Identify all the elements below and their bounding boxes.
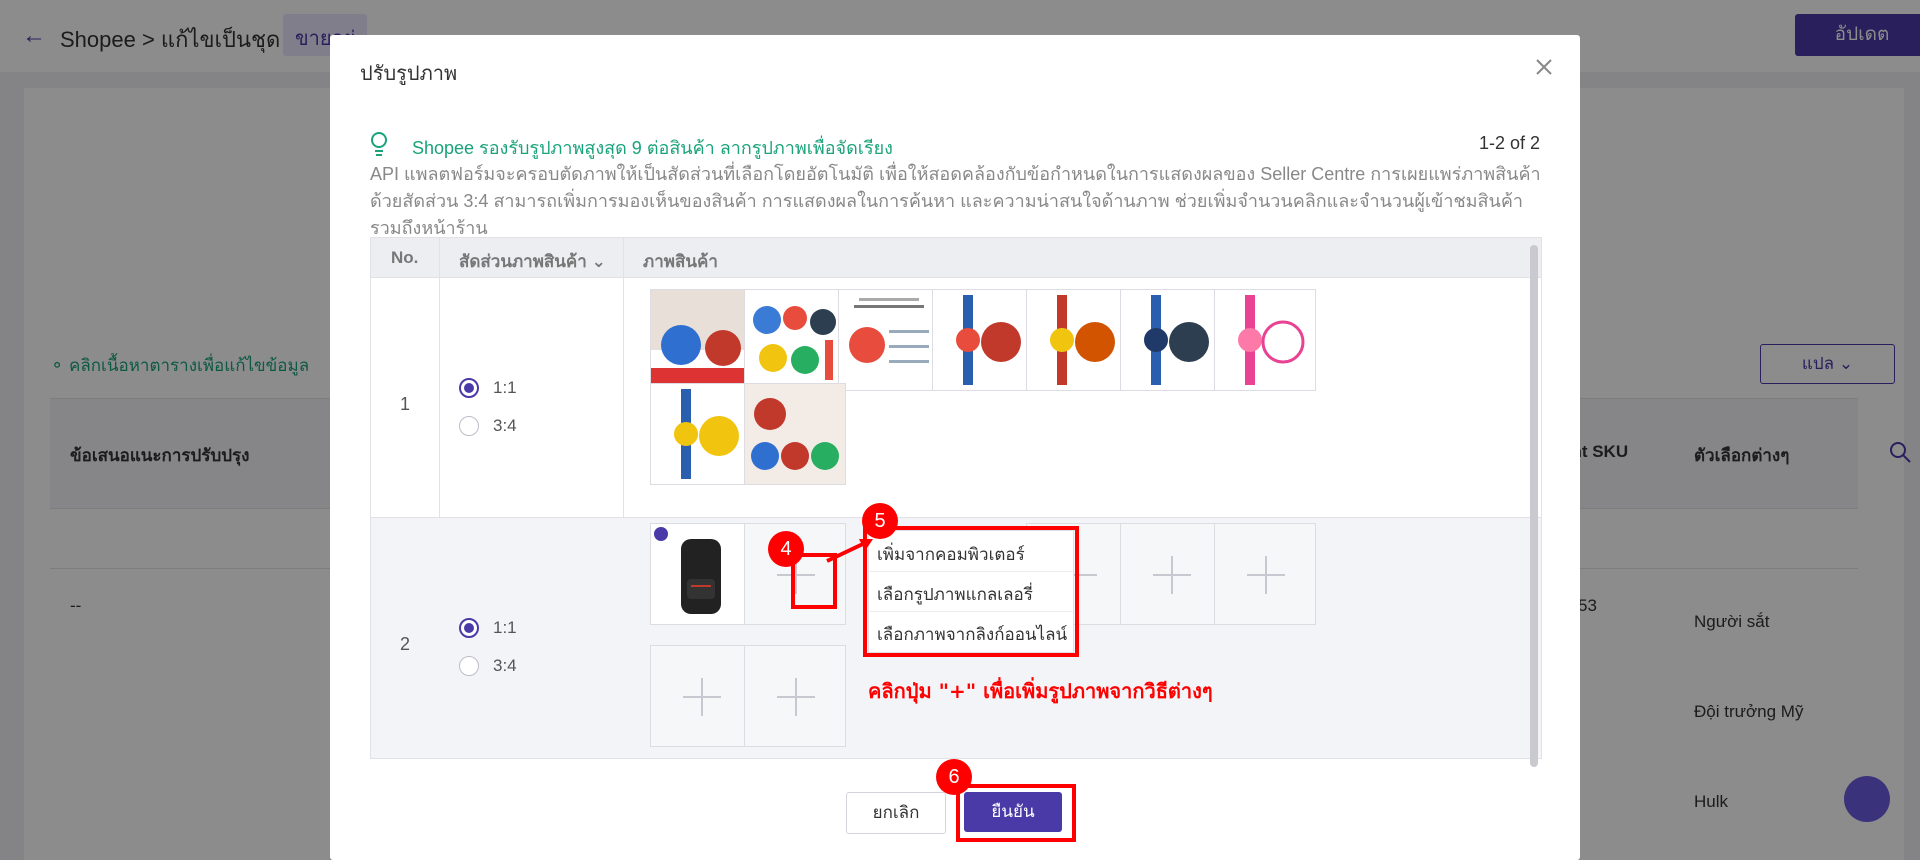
- pagination-count: 1-2 of 2: [1478, 133, 1540, 153]
- product-image[interactable]: [744, 289, 846, 391]
- add-image-button[interactable]: [650, 645, 752, 747]
- ratio-label: 3:4: [493, 656, 517, 675]
- step-badge-6: 6: [936, 759, 972, 795]
- column-header-ratio[interactable]: สัดส่วนภาพสินค้า ⌄: [459, 248, 606, 275]
- product-image[interactable]: [1214, 289, 1316, 391]
- radio-unchecked[interactable]: [459, 656, 479, 676]
- product-image[interactable]: [650, 383, 752, 485]
- column-header-no: No.: [391, 248, 419, 267]
- scrollbar[interactable]: [1530, 245, 1538, 767]
- ratio-label: 3:4: [493, 416, 517, 435]
- tip-description: API แพลตฟอร์มจะครอบตัดภาพให้เป็นสัดส่วนท…: [370, 164, 1541, 238]
- adjust-images-modal: ปรับรูปภาพ Shopee รองรับรูปภาพสูงสุด 9 ต…: [330, 35, 1580, 860]
- product-image[interactable]: [1120, 289, 1222, 391]
- ratio-label: 1:1: [493, 378, 517, 397]
- cancel-button[interactable]: ยกเลิก: [846, 792, 946, 834]
- product-image[interactable]: [1026, 289, 1128, 391]
- product-image[interactable]: [744, 383, 846, 485]
- ratio-label: 1:1: [493, 618, 517, 637]
- product-image[interactable]: [650, 289, 752, 391]
- radio-unchecked[interactable]: [459, 416, 479, 436]
- step-badge-4: 4: [768, 531, 804, 567]
- ratio-option-3-4[interactable]: 3:4: [459, 416, 517, 436]
- ratio-option-1-1[interactable]: 1:1: [459, 618, 517, 638]
- tip-title: Shopee รองรับรูปภาพสูงสุด 9 ต่อสินค้า ลา…: [412, 138, 893, 158]
- add-image-button[interactable]: [1120, 523, 1222, 625]
- ratio-option-1-1[interactable]: 1:1: [459, 378, 517, 398]
- highlight-box-menu: [863, 526, 1079, 657]
- radio-checked[interactable]: [459, 378, 479, 398]
- arrow-icon: [826, 539, 873, 563]
- add-image-button[interactable]: [1214, 523, 1316, 625]
- product-image[interactable]: [932, 289, 1034, 391]
- annotation-instruction: คลิกปุ่ม "+" เพื่อเพิ่มรูปภาพจากวิธีต่าง…: [868, 679, 1213, 703]
- modal-title: ปรับรูปภาพ: [360, 63, 458, 85]
- ratio-option-3-4[interactable]: 3:4: [459, 656, 517, 676]
- product-image-backpack[interactable]: [650, 523, 752, 625]
- product-image[interactable]: [838, 289, 940, 391]
- column-header-images: ภาพสินค้า: [643, 252, 718, 271]
- confirm-button[interactable]: ยืนยัน: [964, 792, 1062, 832]
- close-icon[interactable]: [1530, 53, 1558, 81]
- row-number: 2: [399, 634, 410, 654]
- step-badge-5: 5: [862, 503, 898, 539]
- lightbulb-icon: [371, 132, 387, 156]
- radio-checked[interactable]: [459, 618, 479, 638]
- chevron-down-icon: ⌄: [591, 252, 606, 271]
- column-header-ratio-label: สัดส่วนภาพสินค้า: [459, 252, 587, 271]
- row-number: 1: [399, 394, 410, 414]
- add-image-button[interactable]: [744, 645, 846, 747]
